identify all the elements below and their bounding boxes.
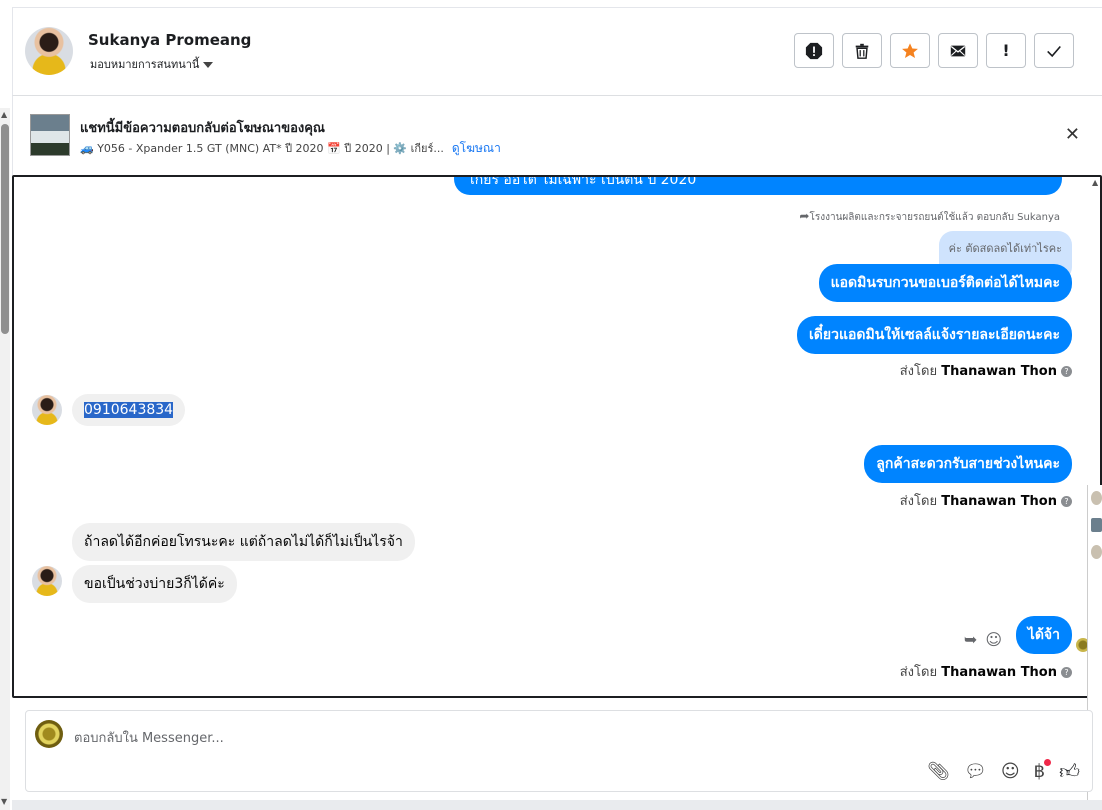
reply-input[interactable]: ตอบกลับใน Messenger... — [74, 727, 224, 748]
message-thread[interactable]: เกียร์ ออโต้ ไม่เฉพาะ เป็นต้น ปี 2020 ➦โ… — [12, 175, 1102, 698]
trash-icon — [855, 43, 869, 59]
envelope-icon — [950, 45, 966, 56]
scrollbar-thumb[interactable] — [1, 124, 9, 334]
scroll-down-arrow-icon[interactable]: ▼ — [1, 797, 7, 806]
message-bubble-in[interactable]: ถ้าลดได้อีกค่อยโทรนะคะ แต่ถ้าลดไม่ได้ก็ไ… — [72, 523, 415, 561]
ad-banner-subtitle: 🚙 Y056 - Xpander 1.5 GT (MNC) AT* ปี 202… — [80, 139, 501, 158]
conversation-header: Sukanya Promeang มอบหมายการสนทนานี้ ! — [12, 8, 1102, 96]
sent-by-name: Thanawan Thon — [941, 364, 1057, 379]
emoji-react-icon[interactable]: ☺ — [985, 630, 1002, 649]
star-icon — [902, 42, 918, 58]
side-avatar[interactable] — [1091, 491, 1102, 505]
reply-arrow-icon: ➦ — [799, 209, 810, 223]
help-icon[interactable]: ? — [1061, 496, 1072, 507]
assign-label: มอบหมายการสนทนานี้ — [90, 58, 200, 71]
thumbs-up-icon[interactable]: 👍︎ — [1059, 759, 1080, 784]
ad-description: 🚙 Y056 - Xpander 1.5 GT (MNC) AT* ปี 202… — [80, 142, 444, 155]
reply-meta-text: โรงงานผลิตและกระจายรถยนต์ใช้แล้ว ตอบกลับ… — [809, 212, 1060, 223]
contact-avatar-small — [32, 395, 62, 425]
payment-icon[interactable]: ฿ — [1034, 759, 1052, 782]
side-avatar[interactable] — [1091, 545, 1102, 559]
message-bubble-out[interactable]: เดี๋ยวแอดมินให้เซลล์แจ้งรายละเอียดนะคะ — [797, 316, 1072, 354]
sent-by-prefix: ส่งโดย — [899, 494, 938, 509]
delete-button[interactable] — [842, 33, 882, 68]
help-icon[interactable]: ? — [1061, 667, 1072, 678]
message-bubble-in[interactable]: ขอเป็นช่วงบ่าย3ก็ได้ค่ะ — [72, 565, 237, 603]
message-bubble-out[interactable]: แอดมินรบกวนขอเบอร์ติดต่อได้ไหมคะ — [818, 264, 1072, 302]
check-icon — [1047, 45, 1061, 57]
close-icon[interactable]: ✕ — [1065, 124, 1080, 145]
reply-icon[interactable]: ➥ — [964, 630, 977, 649]
ad-thumbnail[interactable] — [30, 114, 70, 156]
spam-report-button[interactable] — [794, 33, 834, 68]
exclamation-icon: ! — [1002, 41, 1010, 60]
star-button[interactable] — [890, 33, 930, 68]
phone-number[interactable]: 0910643834 — [84, 402, 174, 418]
side-thumbnail[interactable] — [1091, 518, 1102, 532]
page-scrollbar[interactable]: ▲ ▼ — [0, 108, 10, 810]
contact-avatar[interactable] — [25, 27, 73, 75]
emoji-icon[interactable]: ☺ — [1001, 761, 1020, 782]
sent-by-label: ส่งโดย Thanawan Thon? — [900, 661, 1072, 682]
mark-done-button[interactable] — [1034, 33, 1074, 68]
message-bubble-out[interactable]: ได้จ้า — [1015, 616, 1072, 654]
message-bubble-in[interactable]: 0910643834 — [72, 394, 186, 426]
thread-scroll-up-icon[interactable]: ▲ — [1092, 178, 1102, 194]
ad-banner-title: แชทนี้มีข้อความตอบกลับต่อโฆษณาของคุณ — [80, 121, 325, 136]
sent-by-prefix: ส่งโดย — [899, 665, 938, 680]
saved-reply-icon[interactable]: 💬︎ — [964, 761, 987, 782]
message-bubble-out[interactable]: ลูกค้าสะดวกรับสายช่วงไหนคะ — [864, 445, 1072, 483]
sent-by-label: ส่งโดย Thanawan Thon? — [900, 360, 1072, 381]
help-icon[interactable]: ? — [1061, 366, 1072, 377]
octagon-alert-icon — [805, 42, 823, 59]
page-avatar — [35, 720, 63, 748]
sent-by-name: Thanawan Thon — [941, 665, 1057, 680]
reply-composer: ตอบกลับใน Messenger... 📎︎ 💬︎ ☺ ฿ 👍︎ — [25, 710, 1093, 792]
view-ad-link[interactable]: ดูโฆษณา — [452, 141, 501, 155]
ad-reply-banner: แชทนี้มีข้อความตอบกลับต่อโฆษณาของคุณ 🚙 Y… — [12, 96, 1102, 176]
scroll-up-arrow-icon[interactable]: ▲ — [1, 110, 7, 119]
mark-unread-button[interactable] — [938, 33, 978, 68]
sent-by-label: ส่งโดย Thanawan Thon? — [900, 490, 1072, 511]
reply-meta: ➦โรงงานผลิตและกระจายรถยนต์ใช้แล้ว ตอบกลั… — [799, 209, 1060, 225]
caret-down-icon — [203, 62, 214, 68]
contact-name[interactable]: Sukanya Promeang — [88, 31, 251, 49]
composer-tools: 📎︎ 💬︎ ☺ ฿ 👍︎ — [927, 759, 1080, 784]
contact-avatar-small — [32, 566, 62, 596]
conversation-actions: ! — [794, 33, 1074, 68]
message-hover-actions: ➥ ☺ — [964, 630, 1002, 649]
assign-conversation-dropdown[interactable]: มอบหมายการสนทนานี้ — [90, 55, 214, 73]
notification-dot — [1044, 759, 1052, 766]
bottom-bar — [12, 800, 1102, 810]
attachment-icon[interactable]: 📎︎ — [927, 761, 950, 782]
inbox-page: ▲ ▼ Sukanya Promeang มอบหมายการสนทนานี้ — [0, 0, 1102, 810]
sent-by-prefix: ส่งโดย — [899, 364, 938, 379]
follow-up-button[interactable]: ! — [986, 33, 1026, 68]
message-bubble-out[interactable]: เกียร์ ออโต้ ไม่เฉพาะ เป็นต้น ปี 2020 — [454, 177, 1062, 195]
sent-by-name: Thanawan Thon — [941, 494, 1057, 509]
